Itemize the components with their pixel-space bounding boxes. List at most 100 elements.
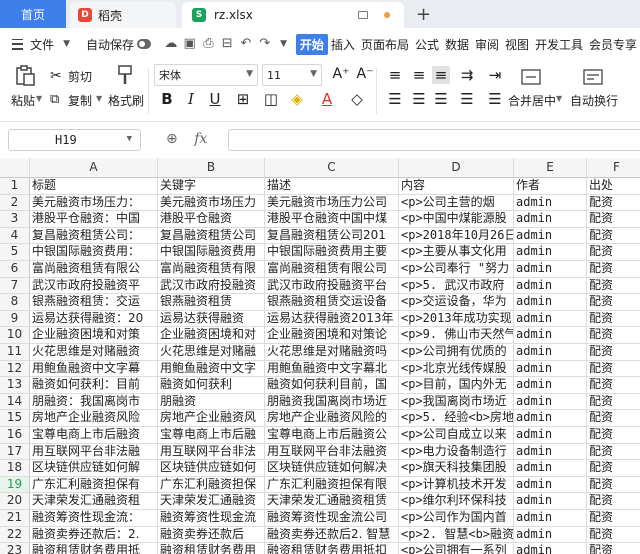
table-cell[interactable]: 融资如何获利目前，国 xyxy=(265,377,399,394)
table-cell[interactable]: 中银国际融资费用主要 xyxy=(265,244,399,261)
name-box[interactable]: H19 ▼ xyxy=(8,129,141,151)
table-cell[interactable]: 朋融资 xyxy=(158,393,265,411)
table-cell[interactable]: 复昌融资租赁公司201 xyxy=(265,227,399,245)
font-color-icon[interactable]: A xyxy=(318,90,336,108)
table-cell[interactable]: admin xyxy=(514,227,587,245)
table-cell[interactable]: 融资租赁财务费用 xyxy=(158,543,265,554)
menu-data[interactable]: 数据 xyxy=(442,36,472,53)
table-cell[interactable]: <p>2018年10月26日 xyxy=(399,227,514,245)
increase-font-icon[interactable]: A⁺ xyxy=(332,66,350,82)
table-cell[interactable]: 银燕融资租赁交运设备 xyxy=(265,294,399,311)
table-cell[interactable]: 配资 xyxy=(587,294,640,311)
align-middle-icon[interactable]: ≡ xyxy=(410,66,428,84)
row-header[interactable]: 15 xyxy=(0,410,30,427)
cut-label[interactable]: 剪切 xyxy=(68,68,92,85)
table-cell[interactable]: 出处 xyxy=(587,178,640,195)
row-header[interactable]: 20 xyxy=(0,493,30,510)
table-cell[interactable]: 融资筹资性现金流： xyxy=(30,510,158,527)
table-cell[interactable]: 配资 xyxy=(587,278,640,295)
table-cell[interactable]: 作者 xyxy=(514,178,587,195)
table-cell[interactable]: admin xyxy=(514,294,587,311)
table-cell[interactable]: 融资筹资性现金流 xyxy=(158,510,265,527)
table-cell[interactable]: admin xyxy=(514,460,587,477)
justify-icon[interactable]: ☰ xyxy=(458,90,476,108)
formula-input[interactable] xyxy=(228,129,640,151)
table-cell[interactable]: 港股平仓融资：中国 xyxy=(30,211,158,228)
row-header[interactable]: 1 xyxy=(0,178,30,195)
table-cell[interactable]: 美元融资市场压力： xyxy=(30,194,158,212)
table-cell[interactable]: 火花思维是对赌融资吗 xyxy=(265,344,399,361)
table-cell[interactable]: 区块链供应链如何 xyxy=(158,460,265,477)
menu-formula[interactable]: 公式 xyxy=(412,36,442,53)
row-header[interactable]: 10 xyxy=(0,327,30,344)
cell-style-icon[interactable]: ◫ xyxy=(262,90,280,108)
row-header[interactable]: 7 xyxy=(0,277,30,295)
table-cell[interactable]: 运易达获得融资 xyxy=(158,310,265,328)
table-cell[interactable]: 用鲍鱼融资中文字幕北 xyxy=(265,360,399,378)
table-cell[interactable]: 富尚融资租赁有限公 xyxy=(30,261,158,278)
distributed-icon[interactable]: ☰ xyxy=(486,90,504,108)
menu-start[interactable]: 开始 xyxy=(295,33,328,55)
merge-center-label[interactable]: 合并居中 xyxy=(508,92,556,109)
table-cell[interactable]: 用鲍鱼融资中文字 xyxy=(158,360,265,378)
table-cell[interactable]: admin xyxy=(514,493,587,510)
table-cell[interactable]: <p>公司作为国内首 xyxy=(399,510,514,527)
menu-developer[interactable]: 开发工具 xyxy=(532,36,586,53)
paste-icon[interactable] xyxy=(14,64,36,86)
table-cell[interactable]: admin xyxy=(514,543,587,554)
table-cell[interactable]: 朋融资：我国离岗市 xyxy=(30,393,158,411)
menu-file[interactable]: 文件 xyxy=(27,36,57,53)
table-cell[interactable]: 关键字 xyxy=(158,178,265,195)
table-cell[interactable]: 港股平仓融资中国中煤 xyxy=(265,211,399,228)
column-header-E[interactable]: E xyxy=(514,158,587,178)
table-cell[interactable]: admin xyxy=(514,244,587,261)
cloud-icon[interactable]: ☁ xyxy=(164,37,177,51)
table-cell[interactable]: 融资租赁财务费用抵扣 xyxy=(265,543,399,554)
table-cell[interactable]: 武汉市政府投融资 xyxy=(158,277,265,295)
table-cell[interactable]: <p>中国中煤能源股 xyxy=(399,211,514,228)
merge-chevron-icon[interactable]: ▼ xyxy=(556,94,562,103)
column-header-A[interactable]: A xyxy=(30,158,158,178)
table-cell[interactable]: <p>主要从事文化用 xyxy=(399,244,514,261)
more-chevron-icon[interactable]: ▼ xyxy=(277,37,290,51)
format-painter-label[interactable]: 格式刷 xyxy=(108,92,144,109)
row-header[interactable]: 14 xyxy=(0,393,30,411)
table-cell[interactable]: <p>交运设备，华为 xyxy=(399,294,514,311)
font-size-select[interactable]: 11 ▼ xyxy=(262,64,322,86)
table-cell[interactable]: 配资 xyxy=(587,460,640,477)
align-right-icon[interactable]: ☰ xyxy=(432,90,450,108)
hamburger-menu-icon[interactable] xyxy=(12,38,24,50)
table-cell[interactable]: <p>公司拥有优质的 xyxy=(399,344,514,361)
table-cell[interactable]: <p>9. 佛山市天然气 xyxy=(399,327,514,344)
table-cell[interactable]: 天津荣发汇通融资租 xyxy=(30,493,158,510)
fill-color-icon[interactable]: ◈ xyxy=(288,90,306,108)
table-cell[interactable]: <p>我国离岗市场近 xyxy=(399,393,514,411)
row-header[interactable]: 21 xyxy=(0,510,30,527)
table-cell[interactable]: admin xyxy=(514,377,587,394)
menu-view[interactable]: 视图 xyxy=(502,36,532,53)
column-header-B[interactable]: B xyxy=(158,158,265,178)
row-header[interactable]: 8 xyxy=(0,294,30,311)
table-cell[interactable]: 富尚融资租赁有限公司 xyxy=(265,261,399,278)
table-cell[interactable]: admin xyxy=(514,443,587,461)
table-cell[interactable]: 用互联网平台非法 xyxy=(158,443,265,461)
table-cell[interactable]: 运易达获得融资：20 xyxy=(30,310,158,328)
align-center-icon[interactable]: ☰ xyxy=(410,90,428,108)
table-cell[interactable]: <p>北京光线传媒股 xyxy=(399,360,514,378)
table-cell[interactable]: 配资 xyxy=(587,377,640,394)
column-header-F[interactable]: F xyxy=(587,158,640,178)
autosave-toggle[interactable] xyxy=(136,39,152,49)
table-cell[interactable]: 内容 xyxy=(399,178,514,195)
table-cell[interactable]: 企业融资困境和对策 xyxy=(30,327,158,344)
tab-rz-xlsx[interactable]: S rz.xlsx xyxy=(182,2,404,28)
table-cell[interactable]: 企业融资困境和对 xyxy=(158,327,265,344)
table-cell[interactable]: <p>公司自成立以来 xyxy=(399,427,514,444)
font-name-select[interactable]: 宋体 ▼ xyxy=(154,64,258,86)
clear-format-icon[interactable]: ◇ xyxy=(348,90,366,108)
table-cell[interactable]: admin xyxy=(514,277,587,295)
print-icon[interactable]: ⎙ xyxy=(202,37,215,51)
align-left-icon[interactable]: ☰ xyxy=(386,90,404,108)
row-header[interactable]: 12 xyxy=(0,360,30,378)
scissors-icon[interactable]: ✂ xyxy=(50,68,62,84)
table-cell[interactable]: 融资筹资性现金流公司 xyxy=(265,510,399,527)
